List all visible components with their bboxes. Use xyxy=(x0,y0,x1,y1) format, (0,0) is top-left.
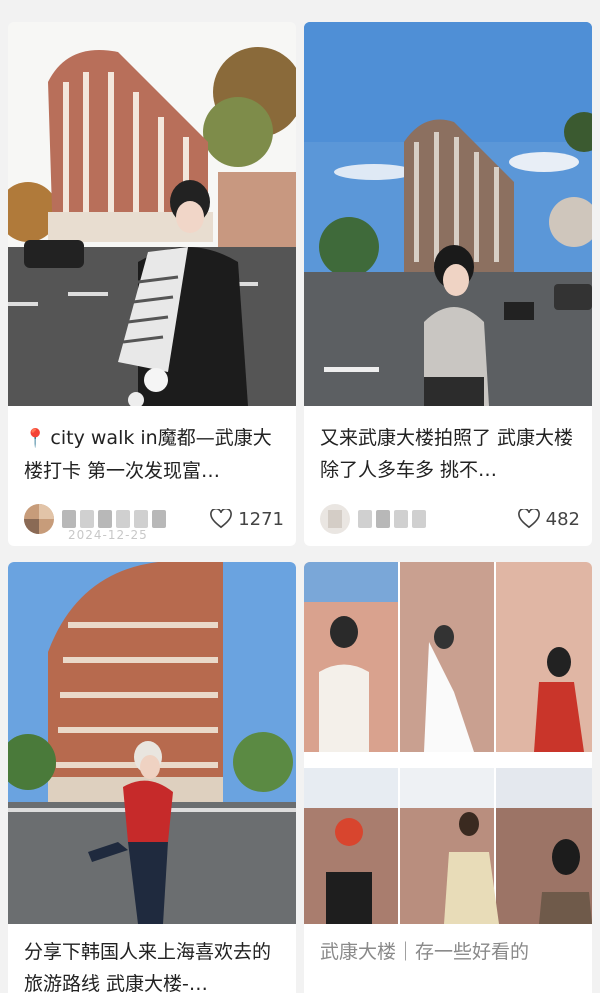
author-name-blurred[interactable] xyxy=(62,508,210,530)
note-title[interactable]: 又来武康大楼拍照了 武康大楼除了人多车多 挑不… xyxy=(320,422,580,486)
note-cover-image[interactable] xyxy=(8,562,296,924)
like-button[interactable]: 1271 xyxy=(210,509,284,530)
author-name-blurred[interactable] xyxy=(358,508,518,530)
like-count: 482 xyxy=(545,508,580,530)
heart-icon xyxy=(517,509,540,529)
note-title[interactable]: 📍 city walk in魔都—武康大楼打卡 第一次发现富… xyxy=(24,422,284,487)
note-meta: 1271 xyxy=(24,502,284,536)
note-cover-image[interactable] xyxy=(304,22,592,406)
note-title[interactable]: 武康大楼｜存一些好看的 xyxy=(320,936,580,968)
note-title[interactable]: 分享下韩国人来上海喜欢去的旅游路线 武康大楼-… xyxy=(24,936,284,993)
note-cover-image[interactable] xyxy=(304,562,592,924)
location-pin-icon: 📍 xyxy=(24,428,47,449)
like-count: 1271 xyxy=(238,508,284,530)
post-date: 2024-12-25 xyxy=(68,528,148,542)
like-button[interactable]: 482 xyxy=(517,508,580,530)
note-meta: 482 xyxy=(320,502,580,536)
note-card[interactable]: 分享下韩国人来上海喜欢去的旅游路线 武康大楼-… xyxy=(8,562,296,993)
avatar[interactable] xyxy=(320,504,350,534)
note-card[interactable]: 又来武康大楼拍照了 武康大楼除了人多车多 挑不… 482 xyxy=(304,22,592,546)
note-cover-image[interactable] xyxy=(8,22,296,406)
avatar[interactable] xyxy=(24,504,54,534)
note-card[interactable]: 📍 city walk in魔都—武康大楼打卡 第一次发现富… 1271 2024… xyxy=(8,22,296,546)
note-card[interactable]: 武康大楼｜存一些好看的 xyxy=(304,562,592,993)
heart-icon xyxy=(210,509,233,529)
